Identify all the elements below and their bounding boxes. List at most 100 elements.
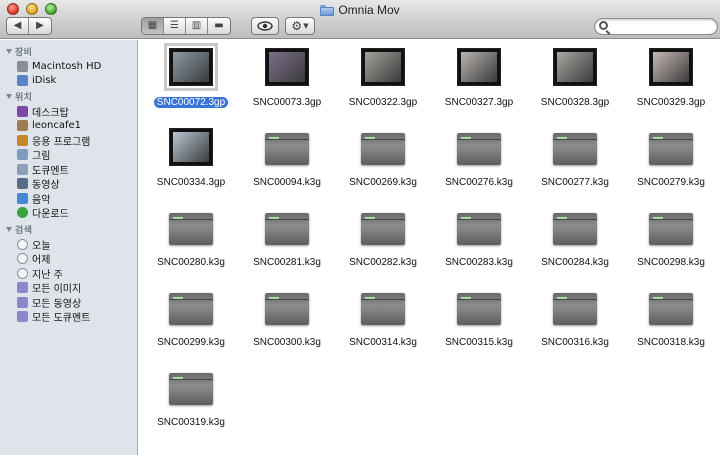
video-thumbnail[interactable]: [649, 48, 693, 86]
file-name[interactable]: SNC00072.3gp: [143, 97, 239, 108]
sidebar-item-smart-folder[interactable]: 모든 도큐멘트: [17, 310, 90, 324]
file-item[interactable]: SNC00314.k3g: [335, 282, 431, 362]
video-file-icon[interactable]: [553, 213, 597, 245]
file-name[interactable]: SNC00277.k3g: [527, 177, 623, 188]
coverflow-view-button[interactable]: ▬: [208, 18, 230, 34]
sidebar-item-pictures[interactable]: 그림: [17, 148, 50, 162]
video-file-icon[interactable]: [169, 213, 213, 245]
file-name[interactable]: SNC00094.k3g: [239, 177, 335, 188]
file-item[interactable]: SNC00328.3gp: [527, 42, 623, 122]
file-name[interactable]: SNC00316.k3g: [527, 337, 623, 348]
file-item[interactable]: SNC00318.k3g: [623, 282, 719, 362]
sidebar-section-header[interactable]: 위치: [6, 90, 32, 103]
file-name[interactable]: SNC00298.k3g: [623, 257, 719, 268]
file-name[interactable]: SNC00281.k3g: [239, 257, 335, 268]
file-item[interactable]: SNC00283.k3g: [431, 202, 527, 282]
forward-button[interactable]: ▶: [29, 18, 51, 34]
file-item[interactable]: SNC00269.k3g: [335, 122, 431, 202]
file-item[interactable]: SNC00300.k3g: [239, 282, 335, 362]
disclosure-triangle-icon[interactable]: [6, 94, 12, 99]
video-file-icon[interactable]: [265, 293, 309, 325]
video-thumbnail[interactable]: [457, 48, 501, 86]
sidebar-section-header[interactable]: 검색: [6, 223, 32, 236]
sidebar-item-music[interactable]: 음악: [17, 191, 50, 206]
file-name[interactable]: SNC00329.3gp: [623, 97, 719, 108]
file-item[interactable]: SNC00334.3gp: [143, 122, 239, 202]
video-file-icon[interactable]: [457, 213, 501, 245]
search-field[interactable]: [594, 18, 718, 35]
sidebar-item-smart-folder[interactable]: 모든 동영상: [17, 295, 81, 310]
sidebar-item-smart-folder[interactable]: 모든 이미지: [17, 281, 81, 295]
video-file-icon[interactable]: [553, 133, 597, 165]
video-file-icon[interactable]: [553, 293, 597, 325]
file-name[interactable]: SNC00282.k3g: [335, 257, 431, 268]
file-item[interactable]: SNC00094.k3g: [239, 122, 335, 202]
file-item[interactable]: SNC00329.3gp: [623, 42, 719, 122]
file-item[interactable]: SNC00299.k3g: [143, 282, 239, 362]
file-name[interactable]: SNC00279.k3g: [623, 177, 719, 188]
file-item[interactable]: SNC00280.k3g: [143, 202, 239, 282]
video-file-icon[interactable]: [265, 133, 309, 165]
file-name[interactable]: SNC00299.k3g: [143, 337, 239, 348]
file-item[interactable]: SNC00327.3gp: [431, 42, 527, 122]
file-item[interactable]: SNC00322.3gp: [335, 42, 431, 122]
video-file-icon[interactable]: [169, 373, 213, 405]
file-item[interactable]: SNC00279.k3g: [623, 122, 719, 202]
file-name[interactable]: SNC00269.k3g: [335, 177, 431, 188]
file-item[interactable]: SNC00282.k3g: [335, 202, 431, 282]
disclosure-triangle-icon[interactable]: [6, 49, 12, 54]
video-file-icon[interactable]: [649, 293, 693, 325]
sidebar-item-home[interactable]: leoncafe1: [17, 119, 81, 133]
file-name[interactable]: SNC00319.k3g: [143, 417, 239, 428]
file-name[interactable]: SNC00334.3gp: [143, 177, 239, 188]
file-name[interactable]: SNC00284.k3g: [527, 257, 623, 268]
file-name[interactable]: SNC00276.k3g: [431, 177, 527, 188]
icon-view-button[interactable]: ▦: [142, 18, 164, 34]
file-item[interactable]: SNC00281.k3g: [239, 202, 335, 282]
video-file-icon[interactable]: [265, 213, 309, 245]
file-item[interactable]: SNC00072.3gp: [143, 42, 239, 122]
file-name[interactable]: SNC00318.k3g: [623, 337, 719, 348]
video-thumbnail[interactable]: [361, 48, 405, 86]
list-view-button[interactable]: ☰: [164, 18, 186, 34]
column-view-button[interactable]: ▥: [186, 18, 208, 34]
video-thumbnail[interactable]: [553, 48, 597, 86]
file-item[interactable]: SNC00277.k3g: [527, 122, 623, 202]
sidebar-item-movies[interactable]: 동영상: [17, 177, 60, 191]
sidebar-item-clock[interactable]: 오늘: [17, 237, 50, 252]
video-file-icon[interactable]: [361, 133, 405, 165]
file-item[interactable]: SNC00315.k3g: [431, 282, 527, 362]
action-menu-button[interactable]: ⚙ ▼: [285, 17, 315, 35]
sidebar-section-header[interactable]: 장비: [6, 45, 32, 58]
sidebar-item-applications[interactable]: 응용 프로그램: [17, 133, 90, 148]
file-item[interactable]: SNC00284.k3g: [527, 202, 623, 282]
back-button[interactable]: ◀: [7, 18, 29, 34]
sidebar-item-hard-drive[interactable]: Macintosh HD: [17, 59, 101, 73]
video-file-icon[interactable]: [457, 293, 501, 325]
file-name[interactable]: SNC00315.k3g: [431, 337, 527, 348]
video-file-icon[interactable]: [649, 133, 693, 165]
video-thumbnail[interactable]: [164, 43, 218, 91]
disclosure-triangle-icon[interactable]: [6, 227, 12, 232]
file-name[interactable]: SNC00328.3gp: [527, 97, 623, 108]
sidebar-item-clock[interactable]: 지난 주: [17, 266, 63, 281]
file-name[interactable]: SNC00073.3gp: [239, 97, 335, 108]
file-name[interactable]: SNC00322.3gp: [335, 97, 431, 108]
file-name[interactable]: SNC00327.3gp: [431, 97, 527, 108]
file-name[interactable]: SNC00300.k3g: [239, 337, 335, 348]
video-thumbnail[interactable]: [169, 128, 213, 166]
quicklook-button[interactable]: [251, 17, 279, 35]
file-item[interactable]: SNC00298.k3g: [623, 202, 719, 282]
video-file-icon[interactable]: [169, 293, 213, 325]
file-item[interactable]: SNC00316.k3g: [527, 282, 623, 362]
file-item[interactable]: SNC00276.k3g: [431, 122, 527, 202]
sidebar-item-documents[interactable]: 도큐멘트: [17, 162, 69, 177]
sidebar-item-clock[interactable]: 어제: [17, 252, 50, 266]
file-item[interactable]: SNC00073.3gp: [239, 42, 335, 122]
file-name[interactable]: SNC00314.k3g: [335, 337, 431, 348]
sidebar-item-downloads[interactable]: 다운로드: [17, 206, 69, 220]
video-file-icon[interactable]: [457, 133, 501, 165]
sidebar-item-desktop[interactable]: 데스크탑: [17, 104, 69, 119]
video-thumbnail[interactable]: [265, 48, 309, 86]
file-name[interactable]: SNC00283.k3g: [431, 257, 527, 268]
